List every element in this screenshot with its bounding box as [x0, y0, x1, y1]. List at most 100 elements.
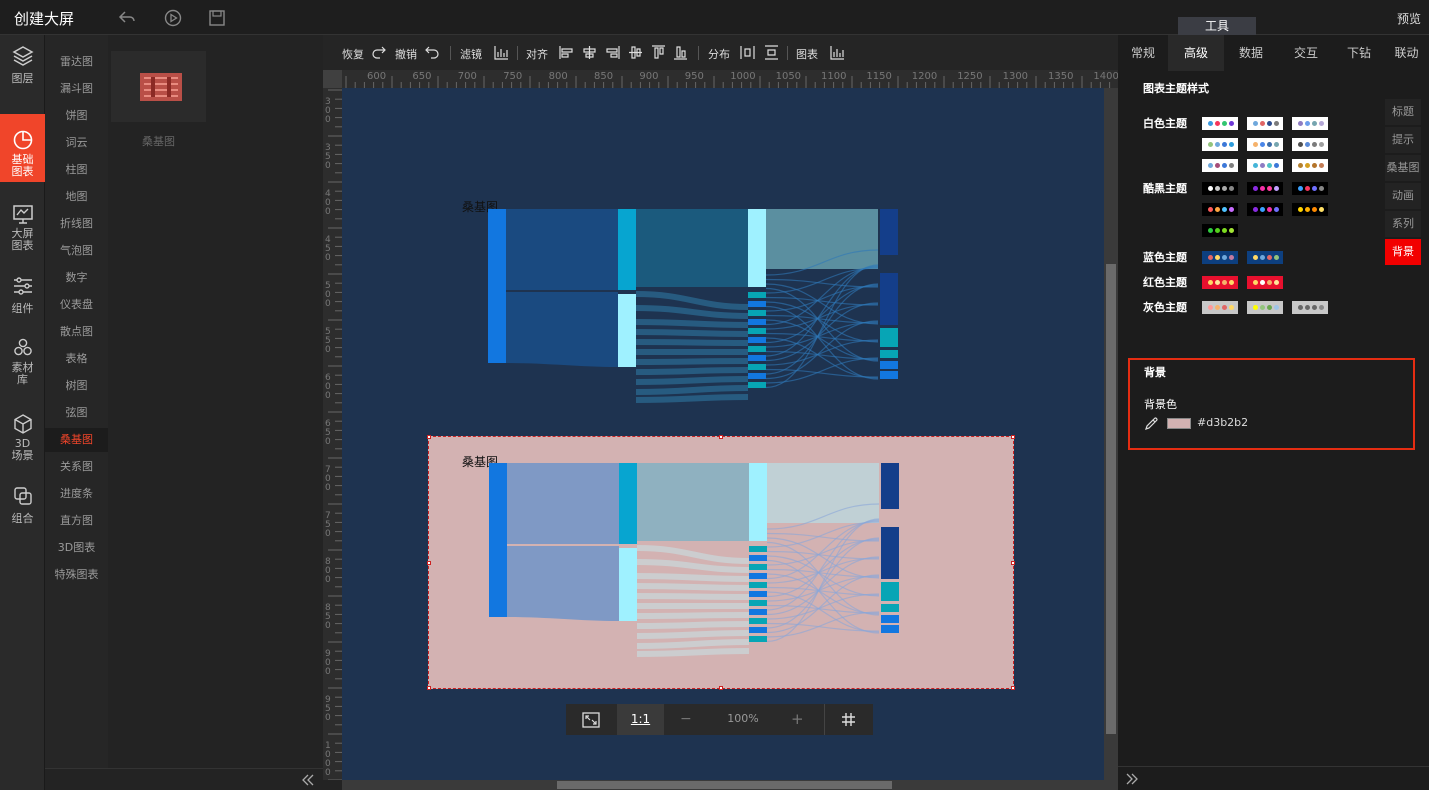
sub-item-17[interactable]: 直方图: [45, 509, 108, 533]
sub-item-9[interactable]: 仪表盘: [45, 293, 108, 317]
design-canvas[interactable]: 桑基图 桑基图: [342, 88, 1104, 780]
theme-swatch[interactable]: [1202, 159, 1238, 172]
background-color-value[interactable]: #d3b2b2: [1197, 416, 1248, 429]
preview-button[interactable]: 预览: [1397, 10, 1421, 27]
theme-swatch[interactable]: [1292, 203, 1328, 216]
scroll-thumb[interactable]: [557, 781, 892, 789]
nav-3d-scene[interactable]: 3D场景: [0, 413, 45, 477]
resize-handle[interactable]: [427, 686, 431, 690]
right-tab-0[interactable]: 常规: [1118, 35, 1168, 71]
resize-handle[interactable]: [719, 435, 723, 439]
theme-swatch[interactable]: [1247, 203, 1283, 216]
distribute-h-icon[interactable]: [740, 45, 755, 60]
align-left-icon[interactable]: [559, 45, 574, 60]
sub-item-8[interactable]: 数字: [45, 266, 108, 290]
save-icon[interactable]: [208, 9, 226, 27]
theme-swatch[interactable]: [1247, 117, 1283, 130]
align-top-icon[interactable]: [651, 45, 666, 60]
theme-swatch[interactable]: [1202, 224, 1238, 237]
sub-item-5[interactable]: 地图: [45, 185, 108, 209]
theme-swatch[interactable]: [1247, 159, 1283, 172]
sub-item-11[interactable]: 表格: [45, 347, 108, 371]
redo-button[interactable]: 恢复: [342, 46, 364, 62]
sub-item-15[interactable]: 关系图: [45, 455, 108, 479]
ratio-1-1-button[interactable]: 1:1: [617, 704, 664, 735]
right-tab-5[interactable]: 联动: [1384, 35, 1429, 71]
play-icon[interactable]: [164, 9, 182, 27]
sub-item-10[interactable]: 散点图: [45, 320, 108, 344]
right-tab-1[interactable]: 高级: [1168, 35, 1224, 71]
resize-handle[interactable]: [1011, 435, 1015, 439]
scroll-thumb[interactable]: [1106, 264, 1116, 734]
horizontal-scrollbar[interactable]: [342, 780, 1118, 790]
sankey-thumbnail[interactable]: [111, 51, 206, 122]
nav-basic-charts[interactable]: 基础图表: [0, 114, 45, 182]
theme-swatch[interactable]: [1292, 182, 1328, 195]
align-right-icon[interactable]: [605, 45, 620, 60]
theme-swatch[interactable]: [1247, 182, 1283, 195]
nav-materials[interactable]: 素材库: [0, 337, 45, 401]
distribute-button[interactable]: 分布: [708, 46, 730, 62]
sub-item-4[interactable]: 柱图: [45, 158, 108, 182]
theme-swatch[interactable]: [1202, 203, 1238, 216]
sankey-chart-1[interactable]: 桑基图: [428, 195, 1014, 448]
undo-arrow-icon[interactable]: [118, 9, 136, 27]
theme-swatch[interactable]: [1292, 138, 1328, 151]
theme-swatch[interactable]: [1292, 117, 1328, 130]
fit-screen-icon[interactable]: [582, 712, 600, 728]
collapse-left-icon[interactable]: [301, 773, 315, 787]
right-tab-3[interactable]: 交互: [1278, 35, 1334, 71]
filter-button[interactable]: 滤镜: [460, 46, 482, 62]
side-tab-2[interactable]: 桑基图: [1385, 155, 1421, 181]
redo-icon[interactable]: [371, 45, 386, 60]
theme-swatch[interactable]: [1202, 182, 1238, 195]
sub-item-19[interactable]: 特殊图表: [45, 563, 108, 587]
resize-handle[interactable]: [1011, 686, 1015, 690]
vertical-scrollbar[interactable]: [1104, 88, 1118, 780]
filter-chart-icon[interactable]: [494, 45, 509, 60]
align-button[interactable]: 对齐: [526, 46, 548, 62]
theme-swatch[interactable]: [1202, 251, 1238, 264]
right-tab-2[interactable]: 数据: [1224, 35, 1278, 71]
sub-item-1[interactable]: 漏斗图: [45, 77, 108, 101]
sub-item-2[interactable]: 饼图: [45, 104, 108, 128]
undo-button[interactable]: 撤销: [395, 46, 417, 62]
theme-swatch[interactable]: [1202, 301, 1238, 314]
sub-item-3[interactable]: 词云: [45, 131, 108, 155]
sub-item-12[interactable]: 树图: [45, 374, 108, 398]
sub-item-14[interactable]: 桑基图: [45, 428, 108, 452]
resize-handle[interactable]: [1011, 561, 1015, 565]
collapse-right-icon[interactable]: [1125, 772, 1139, 786]
grid-icon[interactable]: [841, 712, 856, 727]
theme-swatch[interactable]: [1292, 301, 1328, 314]
theme-swatch[interactable]: [1202, 138, 1238, 151]
align-middle-v-icon[interactable]: [628, 45, 643, 60]
sub-item-6[interactable]: 折线图: [45, 212, 108, 236]
zoom-out-button[interactable]: −: [680, 711, 692, 727]
background-color-swatch[interactable]: [1167, 418, 1191, 429]
eyedropper-icon[interactable]: [1144, 417, 1158, 431]
sub-item-7[interactable]: 气泡图: [45, 239, 108, 263]
align-center-h-icon[interactable]: [582, 45, 597, 60]
theme-swatch[interactable]: [1247, 251, 1283, 264]
chart-bar-icon[interactable]: [830, 45, 845, 60]
zoom-in-button[interactable]: +: [791, 710, 804, 728]
undo-icon[interactable]: [425, 45, 440, 60]
nav-group[interactable]: 组合: [0, 485, 45, 549]
side-tab-0[interactable]: 标题: [1385, 99, 1421, 125]
resize-handle[interactable]: [427, 435, 431, 439]
align-bottom-icon[interactable]: [673, 45, 688, 60]
nav-big-screen-charts[interactable]: 大屏图表: [0, 203, 45, 267]
theme-swatch[interactable]: [1292, 159, 1328, 172]
theme-swatch[interactable]: [1247, 138, 1283, 151]
sub-item-18[interactable]: 3D图表: [45, 536, 108, 560]
nav-layers[interactable]: 图层: [0, 45, 45, 109]
chart-button[interactable]: 图表: [796, 46, 818, 62]
side-tab-4[interactable]: 系列: [1385, 211, 1421, 237]
theme-swatch[interactable]: [1202, 276, 1238, 289]
theme-swatch[interactable]: [1202, 117, 1238, 130]
distribute-v-icon[interactable]: [764, 45, 779, 60]
side-tab-1[interactable]: 提示: [1385, 127, 1421, 153]
sub-item-0[interactable]: 雷达图: [45, 50, 108, 74]
sankey-chart-2-selected[interactable]: 桑基图: [427, 435, 1015, 690]
